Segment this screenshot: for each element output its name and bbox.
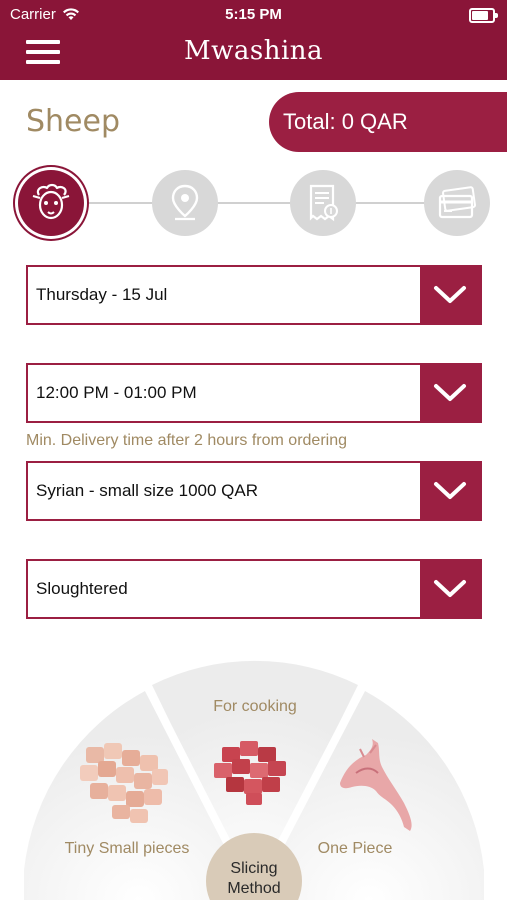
step-invoice[interactable] <box>290 170 356 236</box>
chevron-down-icon <box>434 286 466 303</box>
time-slot-dropdown-toggle[interactable] <box>420 365 480 421</box>
step-location[interactable] <box>152 170 218 236</box>
status-time: 5:15 PM <box>225 6 282 23</box>
page-title: Sheep <box>26 104 121 139</box>
battery-icon <box>469 8 498 23</box>
date-value: Thursday - 15 Jul <box>36 285 168 304</box>
sheep-type-dropdown-toggle[interactable] <box>420 463 480 519</box>
order-stepper <box>0 170 507 240</box>
top-bar: Carrier 5:15 PM Mwashina <box>0 0 507 80</box>
cooking-label: For cooking <box>213 698 297 715</box>
app-title: Mwashina <box>183 36 324 66</box>
date-dropdown-toggle[interactable] <box>420 267 480 323</box>
processing-dropdown-toggle[interactable] <box>420 561 480 617</box>
time-slot-dropdown[interactable]: 12:00 PM - 01:00 PM <box>26 363 482 423</box>
one-piece-label: One Piece <box>317 840 393 857</box>
total-badge: Total: 0 QAR <box>269 92 507 152</box>
sheep-type-value: Syrian - small size 1000 QAR <box>36 481 259 500</box>
tiny-pieces-label: Tiny Small pieces <box>64 840 190 857</box>
delivery-time-note: Min. Delivery time after 2 hours from or… <box>26 432 347 449</box>
chevron-down-icon <box>434 482 466 499</box>
slicing-center-line2: Method <box>227 880 281 897</box>
step-payment[interactable] <box>424 170 490 236</box>
slicing-center-line1: Slicing <box>230 860 278 877</box>
location-pin-icon <box>171 184 199 221</box>
processing-value: Sloughtered <box>36 579 128 598</box>
slicing-method-wheel: For cooking Tiny Small pieces One Piece … <box>0 655 507 900</box>
processing-dropdown[interactable]: Sloughtered <box>26 559 482 619</box>
receipt-icon <box>309 184 338 222</box>
stepper-line <box>60 202 467 204</box>
sheep-type-dropdown[interactable]: Syrian - small size 1000 QAR <box>26 461 482 521</box>
sheep-icon <box>32 183 70 220</box>
chevron-down-icon <box>434 384 466 401</box>
time-slot-value: 12:00 PM - 01:00 PM <box>36 383 197 402</box>
chevron-down-icon <box>434 580 466 597</box>
date-dropdown[interactable]: Thursday - 15 Jul <box>26 265 482 325</box>
step-sheep[interactable] <box>18 170 84 236</box>
payment-card-icon <box>438 186 476 219</box>
